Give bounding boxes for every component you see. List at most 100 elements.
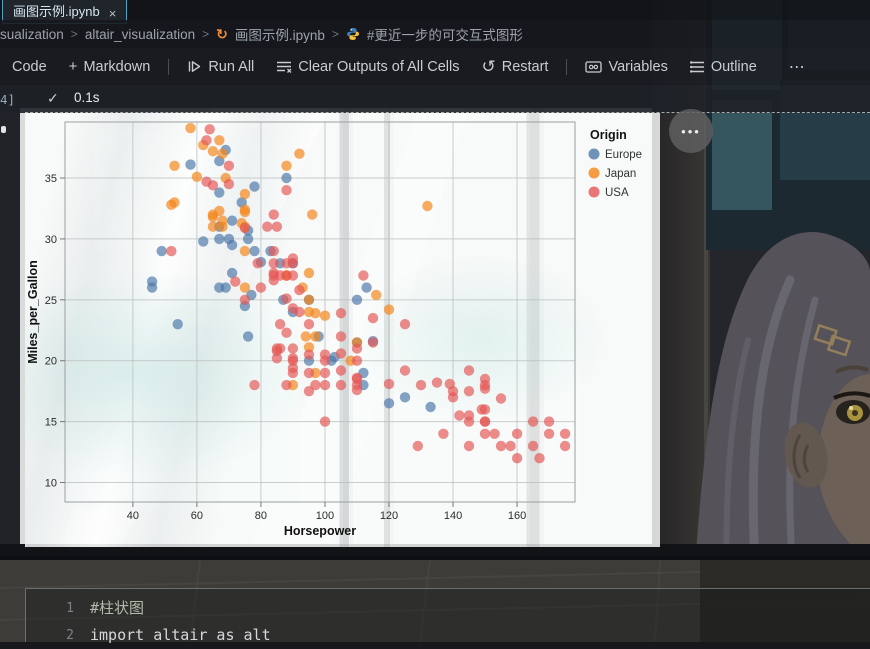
more-actions-button[interactable]: ⋯ <box>781 53 814 81</box>
code-line[interactable]: 1 #柱状图 <box>26 595 870 622</box>
add-markdown-cell-button[interactable]: + Markdown <box>61 55 159 79</box>
data-point <box>454 410 464 420</box>
data-point <box>269 209 279 219</box>
data-point <box>361 282 371 292</box>
data-point <box>294 285 304 295</box>
legend-swatch-USA[interactable] <box>589 187 600 198</box>
gutter-dot <box>1 126 6 133</box>
data-point <box>240 246 250 256</box>
legend-label-USA[interactable]: USA <box>605 187 629 199</box>
line-number: 1 <box>26 595 90 622</box>
y-tick-label: 15 <box>45 417 57 429</box>
data-point <box>310 331 320 341</box>
add-code-cell-button[interactable]: Code <box>4 55 55 79</box>
cell-status-bar: 4] ✓ 0.1s <box>0 85 870 113</box>
data-point <box>320 311 330 321</box>
data-point <box>214 234 224 244</box>
output-options-button[interactable]: ••• <box>669 109 713 153</box>
data-point <box>169 197 179 207</box>
data-point <box>489 429 499 439</box>
execution-count: 4] <box>0 92 15 107</box>
data-point <box>480 429 490 439</box>
plus-icon: + <box>69 59 78 74</box>
line-number: 2 <box>26 622 90 649</box>
data-point <box>384 398 394 408</box>
breadcrumb-item-folder2[interactable]: altair_visualization <box>85 27 195 42</box>
data-point <box>227 240 237 250</box>
data-point <box>221 282 231 292</box>
data-point <box>256 282 266 292</box>
outline-icon <box>690 60 705 74</box>
data-point <box>352 343 362 353</box>
data-point <box>275 319 285 329</box>
breadcrumb-item-file[interactable]: 画图示例.ipynb <box>235 24 325 44</box>
x-tick-label: 120 <box>380 510 398 522</box>
variables-button[interactable]: Variables <box>577 55 675 79</box>
data-point <box>505 441 515 451</box>
data-point <box>288 343 298 353</box>
data-point <box>496 393 506 403</box>
data-point <box>272 222 282 232</box>
data-point <box>336 365 346 375</box>
data-point <box>432 377 442 387</box>
data-point <box>185 123 195 133</box>
data-point <box>448 386 458 396</box>
clear-outputs-button[interactable]: Clear Outputs of All Cells <box>268 55 467 79</box>
data-point <box>560 441 570 451</box>
data-point <box>416 380 426 390</box>
data-point <box>336 331 346 341</box>
data-point <box>358 270 368 280</box>
data-point <box>240 189 250 199</box>
data-point <box>192 172 202 182</box>
data-point <box>496 441 506 451</box>
data-point <box>310 308 320 318</box>
data-point <box>368 313 378 323</box>
success-check-icon: ✓ <box>47 90 59 107</box>
breadcrumb-item-cell[interactable]: #更近一步的可交互式图形 <box>367 24 523 44</box>
outline-button[interactable]: Outline <box>682 55 765 79</box>
data-point <box>240 205 250 215</box>
data-point <box>480 404 490 414</box>
code-line[interactable]: 2 import altair as alt <box>26 622 870 649</box>
y-tick-label: 35 <box>45 173 57 185</box>
data-point <box>384 304 394 314</box>
chevron-right-icon: > <box>202 27 209 41</box>
legend-swatch-Europe[interactable] <box>589 149 600 160</box>
y-tick-label: 20 <box>45 356 57 368</box>
data-point <box>368 337 378 347</box>
toolbar-variables-label: Variables <box>608 59 667 75</box>
data-point <box>425 402 435 412</box>
legend-label-Europe[interactable]: Europe <box>605 149 642 161</box>
data-point <box>307 209 317 219</box>
close-icon[interactable]: × <box>109 7 117 20</box>
data-point <box>480 374 490 384</box>
data-point <box>336 308 346 318</box>
code-cell[interactable]: 1 #柱状图 2 import altair as alt <box>25 588 870 642</box>
data-point <box>320 416 330 426</box>
data-point <box>205 124 215 134</box>
legend-swatch-Japan[interactable] <box>589 168 600 179</box>
chart-legend[interactable]: OriginEuropeJapanUSA <box>589 128 643 199</box>
execution-duration: 0.1s <box>74 90 100 105</box>
data-point <box>281 328 291 338</box>
data-point <box>169 161 179 171</box>
x-tick-label: 140 <box>444 510 462 522</box>
notebook-toolbar: Code + Markdown Run All Clear Outputs of… <box>0 48 870 85</box>
breadcrumb-item-folder[interactable]: sualization <box>0 27 64 42</box>
data-point <box>464 410 474 420</box>
data-point <box>208 180 218 190</box>
toolbar-divider <box>168 59 169 75</box>
data-point <box>301 331 311 341</box>
data-point <box>288 270 298 280</box>
data-point <box>201 135 211 145</box>
data-point <box>528 416 538 426</box>
restart-button[interactable]: ↺ Restart <box>473 55 556 79</box>
run-all-button[interactable]: Run All <box>179 55 262 79</box>
scatter-chart[interactable]: 406080100120140160101520253035Horsepower… <box>25 113 660 547</box>
data-point <box>413 441 423 451</box>
data-point <box>371 290 381 300</box>
data-point <box>544 429 554 439</box>
data-point <box>224 179 234 189</box>
legend-label-Japan[interactable]: Japan <box>605 168 636 180</box>
data-point <box>512 453 522 463</box>
